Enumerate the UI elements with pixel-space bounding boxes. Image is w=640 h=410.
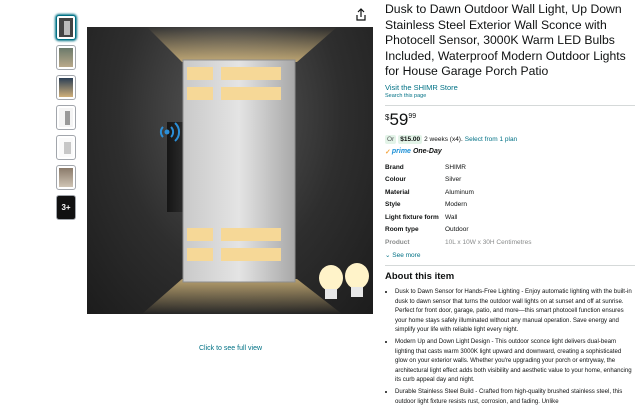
store-link[interactable]: Visit the SHIMR Store [385,83,635,92]
product-title: Dusk to Dawn Outdoor Wall Light, Up Down… [385,2,626,78]
search-page-link[interactable]: Search this page [385,93,635,99]
thumbnail-1[interactable] [56,15,76,40]
spec-key: Colour [385,176,406,183]
spec-row: Light fixture form Wall [385,212,635,225]
spec-key: Brand [385,163,404,171]
see-more-link[interactable]: ⌄ See more [385,251,635,259]
main-product-image[interactable] [87,27,373,314]
spec-row: Room type Outdoor [385,224,635,237]
spec-value: Outdoor [445,226,469,233]
product-info: Dusk to Dawn Outdoor Wall Light, Up Down… [385,2,635,408]
spec-value: Modern [445,201,468,208]
offer-terms: 2 weeks (x4). [424,135,463,143]
spec-key: Material [385,188,410,196]
full-view-link[interactable]: Click to see full view [199,345,262,352]
thumbnail-3[interactable] [56,75,76,100]
spec-row: Material Aluminum [385,187,635,200]
spec-key: Room type [385,226,419,233]
prime-label: prime [391,148,411,155]
see-more-label: See more [392,252,421,259]
specs-table: Brand SHIMR Colour Silver Material Aluminum… [385,162,635,250]
prime-badge: ✓ prime One-Day [385,148,635,156]
spec-row: Colour Silver [385,174,635,187]
divider [385,104,635,106]
prime-one-day: One-Day [412,148,442,155]
prime-check-icon: ✓ [385,148,391,156]
spec-value: SHIMR [445,163,466,171]
spec-row: Style Modern [385,199,635,212]
spec-key: Product [385,238,410,246]
installment-offer: Or $15.00 2 weeks (x4). Select from 1 pl… [385,134,635,144]
list-item: Durable Stainless Steel Build - Crafted … [395,387,635,406]
share-icon[interactable] [354,8,368,22]
price-fraction: 99 [408,112,417,120]
offer-amount: $15.00 [398,134,423,144]
spec-value: Wall [445,213,458,221]
thumbnail-strip: 3+ [56,15,78,225]
spec-value: Silver [445,176,462,183]
select-plan-link[interactable]: Select from 1 plan [465,136,517,143]
price-whole: 59 [389,109,409,129]
offer-or: Or [385,134,397,144]
about-title: About this item [385,271,455,282]
thumbnail-5[interactable] [56,135,76,160]
spec-value: Aluminum [445,188,474,196]
divider [385,265,635,266]
spec-key: Style [385,201,401,208]
led-bulb-icon [319,263,369,299]
chevron-down-icon: ⌄ [385,252,391,259]
feature-bullets: Dusk to Dawn Sensor for Hands-Free Light… [385,287,635,406]
spec-row: Brand SHIMR [385,162,635,175]
spec-value: 10L x 10W x 30H Centimetres [445,238,532,246]
thumbnail-4[interactable] [56,105,76,130]
price: $ 59 99 [385,109,635,129]
list-item: Dusk to Dawn Sensor for Hands-Free Light… [395,287,635,335]
thumbnail-2[interactable] [56,45,76,70]
list-item: Modern Up and Down Light Design - This o… [395,337,635,385]
thumbnail-more-button[interactable]: 3+ [56,195,76,220]
spec-row: Product 10L x 10W x 30H Centimetres [385,237,635,250]
spec-key: Light fixture form [385,213,439,221]
thumbnail-6[interactable] [56,165,76,190]
